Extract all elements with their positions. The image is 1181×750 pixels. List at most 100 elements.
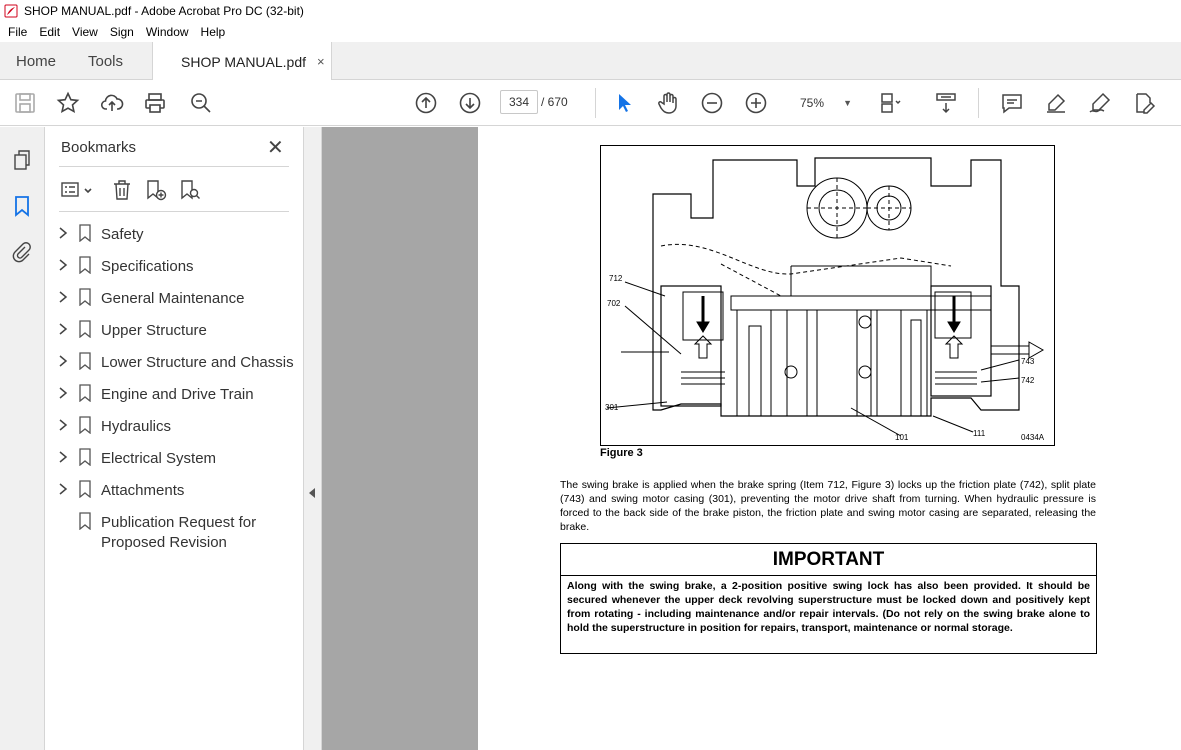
pdf-page: 712 702 301 743 742 101 111 0434A Figure…: [478, 127, 1181, 750]
bookmark-icon: [79, 224, 91, 242]
sign-icon[interactable]: [1088, 91, 1112, 115]
star-icon[interactable]: [56, 91, 80, 115]
page-number-input[interactable]: 334: [500, 90, 538, 114]
bookmark-label: Upper Structure: [101, 322, 207, 339]
bookmark-label: Safety: [101, 226, 144, 243]
bookmark-item-hydraulics[interactable]: Hydraulics: [45, 415, 303, 447]
zoom-out-icon[interactable]: [700, 91, 724, 115]
swing-motor-cross-section: 712 702 301 743 742 101 111 0434A: [605, 157, 1045, 442]
chevron-right-icon[interactable]: [58, 227, 68, 239]
bookmark-label: General Maintenance: [101, 290, 245, 307]
select-cursor-icon[interactable]: [612, 91, 636, 115]
bookmark-icon: [79, 320, 91, 338]
bookmarks-panel: Bookmarks ✕ Safety Specifications Genera…: [45, 127, 303, 750]
bookmark-label: Lower Structure and Chassis: [101, 354, 294, 371]
chevron-right-icon[interactable]: [58, 451, 68, 463]
bookmark-item-lower-structure[interactable]: Lower Structure and Chassis: [45, 351, 303, 383]
figure-code: 0434A: [1021, 433, 1045, 442]
collapse-panel-icon[interactable]: [309, 488, 315, 498]
acrobat-app-icon: [4, 4, 18, 18]
bookmark-item-electrical-system[interactable]: Electrical System: [45, 447, 303, 479]
panel-splitter[interactable]: [303, 127, 322, 750]
chevron-right-icon[interactable]: [58, 419, 68, 431]
toolbar-separator: [595, 88, 596, 118]
label-743: 743: [1021, 357, 1035, 366]
bookmark-label: Attachments: [101, 482, 185, 499]
chevron-right-icon[interactable]: [58, 483, 68, 495]
bookmark-icon: [79, 352, 91, 370]
label-111: 111: [973, 429, 986, 438]
tab-home[interactable]: Home: [16, 42, 56, 80]
comment-icon[interactable]: [1000, 91, 1024, 115]
bookmark-panel-icon[interactable]: [11, 195, 33, 217]
bookmark-item-specifications[interactable]: Specifications: [45, 255, 303, 287]
title-bar: SHOP MANUAL.pdf - Adobe Acrobat Pro DC (…: [0, 0, 1181, 22]
tab-close-icon[interactable]: ×: [317, 54, 325, 69]
label-742: 742: [1021, 376, 1035, 385]
zoom-search-icon[interactable]: [189, 91, 213, 115]
find-bookmark-icon[interactable]: [179, 179, 201, 201]
bookmark-item-upper-structure[interactable]: Upper Structure: [45, 319, 303, 351]
close-icon[interactable]: ✕: [267, 135, 284, 160]
bookmark-item-general-maintenance[interactable]: General Maintenance: [45, 287, 303, 319]
delete-bookmark-icon[interactable]: [111, 179, 133, 201]
bookmark-item-safety[interactable]: Safety: [45, 223, 303, 255]
tab-document[interactable]: SHOP MANUAL.pdf ×: [152, 42, 332, 81]
save-icon[interactable]: [13, 91, 37, 115]
menu-help[interactable]: Help: [195, 25, 232, 39]
tab-bar: Home Tools SHOP MANUAL.pdf ×: [0, 42, 1181, 81]
figure-caption: Figure 3: [600, 447, 643, 459]
menu-view[interactable]: View: [66, 25, 104, 39]
important-heading: IMPORTANT: [561, 544, 1096, 576]
bookmark-item-engine-drive-train[interactable]: Engine and Drive Train: [45, 383, 303, 415]
left-rail: [0, 127, 45, 750]
tab-tools[interactable]: Tools: [88, 42, 123, 80]
bookmark-label: Engine and Drive Train: [101, 386, 254, 403]
scroll-mode-icon[interactable]: [934, 91, 958, 115]
bookmark-label: Specifications: [101, 258, 194, 275]
edit-pdf-icon[interactable]: [1132, 91, 1156, 115]
chevron-right-icon[interactable]: [58, 323, 68, 335]
menu-sign[interactable]: Sign: [104, 25, 140, 39]
upload-icon[interactable]: [100, 91, 124, 115]
page-down-icon[interactable]: [458, 91, 482, 115]
bookmark-item-publication-request[interactable]: Publication Request for Proposed Revisio…: [45, 511, 303, 555]
bookmark-item-attachments[interactable]: Attachments: [45, 479, 303, 511]
fit-page-icon[interactable]: [878, 91, 902, 115]
chevron-right-icon[interactable]: [58, 355, 68, 367]
bookmark-label: Electrical System: [101, 450, 217, 467]
important-notice: IMPORTANT Along with the swing brake, a …: [560, 543, 1097, 654]
bookmark-icon: [79, 512, 91, 530]
label-301: 301: [605, 403, 619, 412]
bookmark-list: Safety Specifications General Maintenanc…: [45, 223, 303, 555]
menu-window[interactable]: Window: [140, 25, 195, 39]
zoom-in-icon[interactable]: [744, 91, 768, 115]
bookmark-icon: [79, 416, 91, 434]
attachment-icon[interactable]: [11, 241, 33, 263]
document-viewer[interactable]: 712 702 301 743 742 101 111 0434A Figure…: [322, 127, 1181, 750]
options-menu-icon[interactable]: [61, 179, 95, 201]
menu-edit[interactable]: Edit: [33, 25, 66, 39]
bookmark-icon: [79, 256, 91, 274]
bookmark-icon: [79, 448, 91, 466]
hand-icon[interactable]: [656, 91, 680, 115]
add-bookmark-icon[interactable]: [145, 179, 167, 201]
toolbar-separator: [978, 88, 979, 118]
chevron-right-icon[interactable]: [58, 291, 68, 303]
tab-document-label: SHOP MANUAL.pdf: [181, 53, 307, 70]
highlight-icon[interactable]: [1044, 91, 1068, 115]
label-702: 702: [607, 299, 621, 308]
menu-bar: File Edit View Sign Window Help: [0, 22, 1181, 42]
print-icon[interactable]: [143, 91, 167, 115]
bookmark-icon: [79, 480, 91, 498]
label-101: 101: [895, 433, 909, 442]
chevron-right-icon[interactable]: [58, 387, 68, 399]
page-up-icon[interactable]: [414, 91, 438, 115]
page-total: / 670: [541, 95, 568, 109]
chevron-right-icon[interactable]: [58, 259, 68, 271]
figure-3-diagram: 712 702 301 743 742 101 111 0434A: [600, 145, 1055, 446]
zoom-select[interactable]: 75% ▼: [786, 91, 858, 115]
bookmark-icon: [79, 384, 91, 402]
menu-file[interactable]: File: [2, 25, 33, 39]
page-thumbnails-icon[interactable]: [11, 149, 33, 171]
